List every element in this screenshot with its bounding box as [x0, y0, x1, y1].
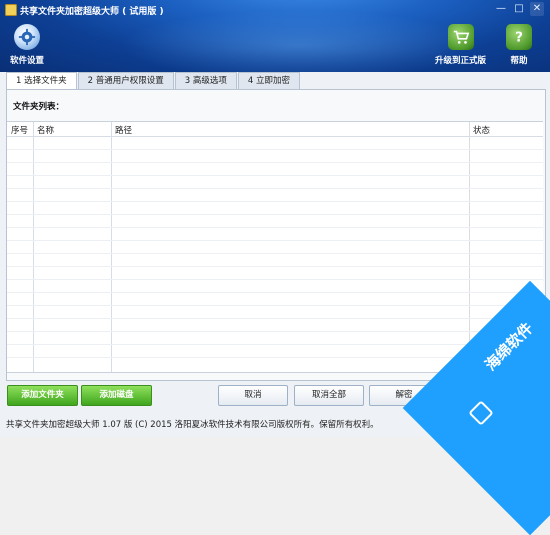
column-divider [469, 122, 470, 372]
tab-advanced-options[interactable]: 3 高级选项 [174, 72, 237, 89]
row-divider [7, 292, 543, 293]
tab-user-permissions[interactable]: 2 普通用户权限设置 [77, 72, 174, 89]
row-divider [7, 227, 543, 228]
add-disk-button[interactable]: 添加磁盘 [81, 385, 152, 406]
column-header-index[interactable]: 序号 [11, 124, 28, 136]
row-divider [7, 201, 543, 202]
row-divider [7, 266, 543, 267]
row-divider [7, 240, 543, 241]
column-divider [33, 122, 34, 372]
tab-strip: 1 选择文件夹 2 普通用户权限设置 3 高级选项 4 立即加密 [6, 72, 301, 90]
title-bar[interactable]: 共享文件夹加密超级大师 ( 试用版 ) — □ ✕ [0, 0, 550, 20]
row-divider [7, 318, 543, 319]
add-folder-button[interactable]: 添加文件夹 [7, 385, 78, 406]
row-divider [7, 188, 543, 189]
column-header-status[interactable]: 状态 [473, 124, 490, 136]
cancel-button[interactable]: 取消 [218, 385, 288, 406]
column-header-name[interactable]: 名称 [37, 124, 54, 136]
folder-list-label: 文件夹列表： [13, 102, 65, 112]
maximize-button[interactable]: □ [512, 2, 526, 16]
settings-button[interactable]: 软件设置 [10, 24, 44, 66]
question-icon: ? [506, 24, 532, 50]
settings-label: 软件设置 [10, 56, 45, 66]
tab-panel: 文件夹列表： 序号 名称 路径 状态 [6, 89, 546, 381]
window-controls: — □ ✕ [494, 2, 544, 16]
help-button[interactable]: ? 帮助 [506, 24, 532, 66]
cart-icon [447, 24, 474, 50]
cancel-all-button[interactable]: 取消全部 [294, 385, 364, 406]
row-divider [7, 175, 543, 176]
table-header: 序号 名称 路径 状态 [7, 122, 543, 137]
app-window: 共享文件夹加密超级大师 ( 试用版 ) — □ ✕ 软件设置 升级到正式版 ? … [0, 0, 550, 535]
row-divider [7, 344, 543, 345]
row-divider [7, 331, 543, 332]
help-label: 帮助 [510, 56, 528, 66]
row-divider [7, 214, 543, 215]
tab-encrypt-now[interactable]: 4 立即加密 [237, 72, 300, 89]
minimize-button[interactable]: — [494, 2, 508, 16]
upgrade-button[interactable]: 升级到正式版 [435, 24, 486, 66]
row-divider [7, 162, 543, 163]
gear-icon [14, 24, 40, 50]
row-divider [7, 305, 543, 306]
status-text: 共享文件夹加密超级大师 1.07 版 (C) 2015 洛阳夏冰软件技术有限公司… [6, 420, 379, 430]
folder-table[interactable]: 序号 名称 路径 状态 [7, 121, 543, 373]
row-divider [7, 253, 543, 254]
header-banner: 共享文件夹加密超级大师 ( 试用版 ) — □ ✕ 软件设置 升级到正式版 ? … [0, 0, 550, 72]
window-title: 共享文件夹加密超级大师 ( 试用版 ) [20, 7, 164, 17]
row-divider [7, 279, 543, 280]
upgrade-label: 升级到正式版 [435, 56, 487, 66]
column-divider [111, 122, 112, 372]
svg-text:?: ? [515, 30, 523, 46]
tab-select-folder[interactable]: 1 选择文件夹 [6, 72, 77, 90]
close-button[interactable]: ✕ [530, 2, 544, 16]
app-icon [5, 4, 17, 16]
row-divider [7, 149, 543, 150]
column-header-path[interactable]: 路径 [115, 124, 132, 136]
